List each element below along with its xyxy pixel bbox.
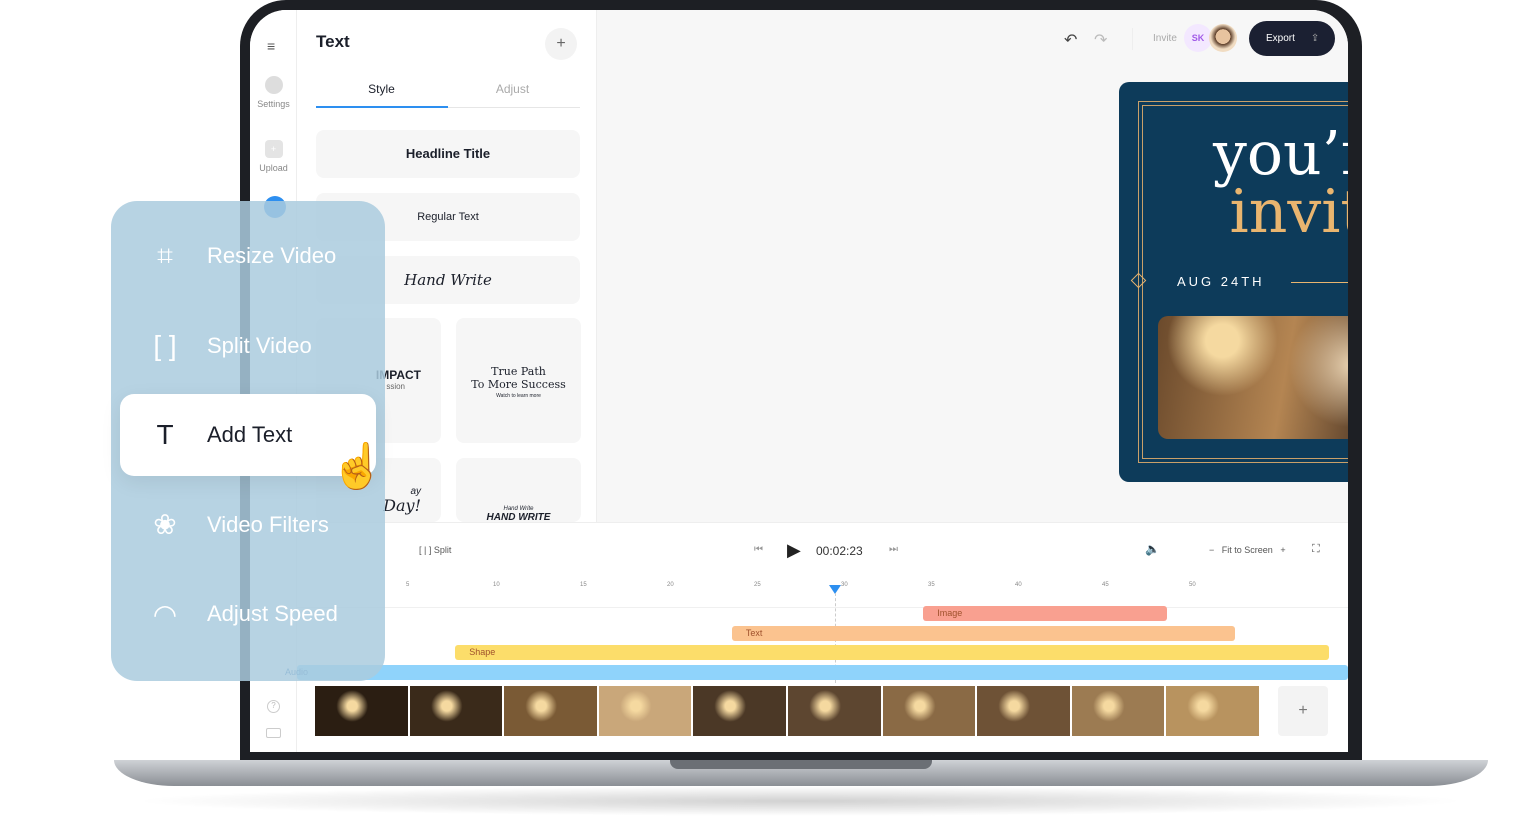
film-frame xyxy=(1166,686,1259,736)
add-button[interactable]: + xyxy=(545,28,577,60)
tab-adjust[interactable]: Adjust xyxy=(447,82,578,96)
export-label: Export xyxy=(1266,33,1295,44)
help-icon[interactable]: ? xyxy=(267,700,280,713)
invite-link[interactable]: Invite xyxy=(1153,33,1177,44)
film-frame xyxy=(693,686,786,736)
split-icon: [ ] xyxy=(153,329,177,361)
invite-date: AUG 24TH xyxy=(1177,274,1265,289)
film-frame xyxy=(409,686,503,736)
template-sub: Watch to learn more xyxy=(496,393,541,399)
template-handwrite[interactable]: Hand Write HAND WRITE xyxy=(456,458,581,522)
laptop-shadow xyxy=(130,786,1470,816)
sidebar-item-upload[interactable]: + Upload xyxy=(250,140,297,173)
film-frame xyxy=(977,686,1070,736)
film-frame xyxy=(787,686,881,736)
invite-line2: invited xyxy=(1229,177,1348,247)
menu-item-label: Video Filters xyxy=(207,511,329,537)
menu-item-label: Split Video xyxy=(207,332,312,358)
redo-icon[interactable]: ↷ xyxy=(1094,30,1107,50)
panel-title: Text xyxy=(316,32,350,51)
speed-icon: ◠ xyxy=(152,598,178,630)
app-screen: ≡ Settings + Upload ? Text + Style Adjust… xyxy=(250,10,1348,752)
film-frame xyxy=(1071,686,1165,736)
text-icon: T xyxy=(156,419,174,450)
menu-item-video-filters[interactable]: ❀ Video Filters xyxy=(111,484,385,566)
upload-icon: ⇪ xyxy=(1310,33,1320,44)
track-shape[interactable]: Shape xyxy=(455,645,1329,660)
template-true-path[interactable]: True Path To More Success Watch to learn m… xyxy=(456,318,581,443)
avatar-user[interactable] xyxy=(1209,24,1237,52)
template-title: True Path xyxy=(491,365,546,378)
avatar-sk[interactable]: SK xyxy=(1184,24,1212,52)
hand-cursor-icon: ☝ xyxy=(330,442,385,491)
menu-item-split-video[interactable]: [ ] Split Video xyxy=(111,305,385,387)
invitation-card[interactable]: you’re invited AUG 24TH 2-7pm xyxy=(1119,82,1348,482)
invite-photo xyxy=(1158,316,1348,439)
menu-item-label: Adjust Speed xyxy=(207,601,338,626)
sidebar-label: Upload xyxy=(259,163,288,173)
film-frame xyxy=(504,686,597,736)
canvas-area: ↶ ↷ Invite SK Export ⇪ you’re invited AUG… xyxy=(597,10,1348,522)
menu-item-adjust-speed[interactable]: ◠ Adjust Speed xyxy=(111,573,385,655)
track-image[interactable]: Image xyxy=(923,606,1167,621)
menu-item-label: Resize Video xyxy=(207,243,337,268)
template-sub: HAND WRITE xyxy=(486,512,551,522)
tab-indicator xyxy=(316,106,448,108)
keyboard-icon[interactable] xyxy=(266,728,281,738)
settings-icon xyxy=(264,76,283,94)
film-frame xyxy=(882,686,976,736)
menu-icon[interactable]: ≡ xyxy=(267,38,275,54)
sidebar-label: Settings xyxy=(257,99,290,109)
menu-item-label: Add Text xyxy=(207,422,293,447)
track-text[interactable]: Text xyxy=(731,626,1235,641)
undo-icon[interactable]: ↶ xyxy=(1064,30,1077,50)
film-frame xyxy=(598,686,692,736)
filmstrip[interactable] xyxy=(315,686,1259,736)
export-button[interactable]: Export ⇪ xyxy=(1249,21,1335,56)
invite-line1: you’re xyxy=(1213,119,1348,189)
crop-icon: ⌗ xyxy=(157,239,173,271)
laptop-notch xyxy=(670,760,932,769)
track-audio[interactable]: Audio xyxy=(285,665,1348,680)
menu-item-resize-video[interactable]: ⌗ Resize Video xyxy=(111,215,385,297)
film-frame xyxy=(315,686,408,736)
timeline: [ | ] Split ⏮ ▶ 00:02:23 ⏭ 🔈 − Fit to Sc… xyxy=(285,522,1348,752)
template-title-2: To More Success xyxy=(471,378,566,391)
tab-style[interactable]: Style xyxy=(316,82,447,96)
filters-icon: ❀ xyxy=(153,509,177,540)
preset-headline[interactable]: Headline Title xyxy=(316,130,580,178)
upload-icon: + xyxy=(264,140,283,158)
add-clip-button[interactable]: + xyxy=(1278,686,1328,736)
sidebar-item-settings[interactable]: Settings xyxy=(250,76,297,109)
